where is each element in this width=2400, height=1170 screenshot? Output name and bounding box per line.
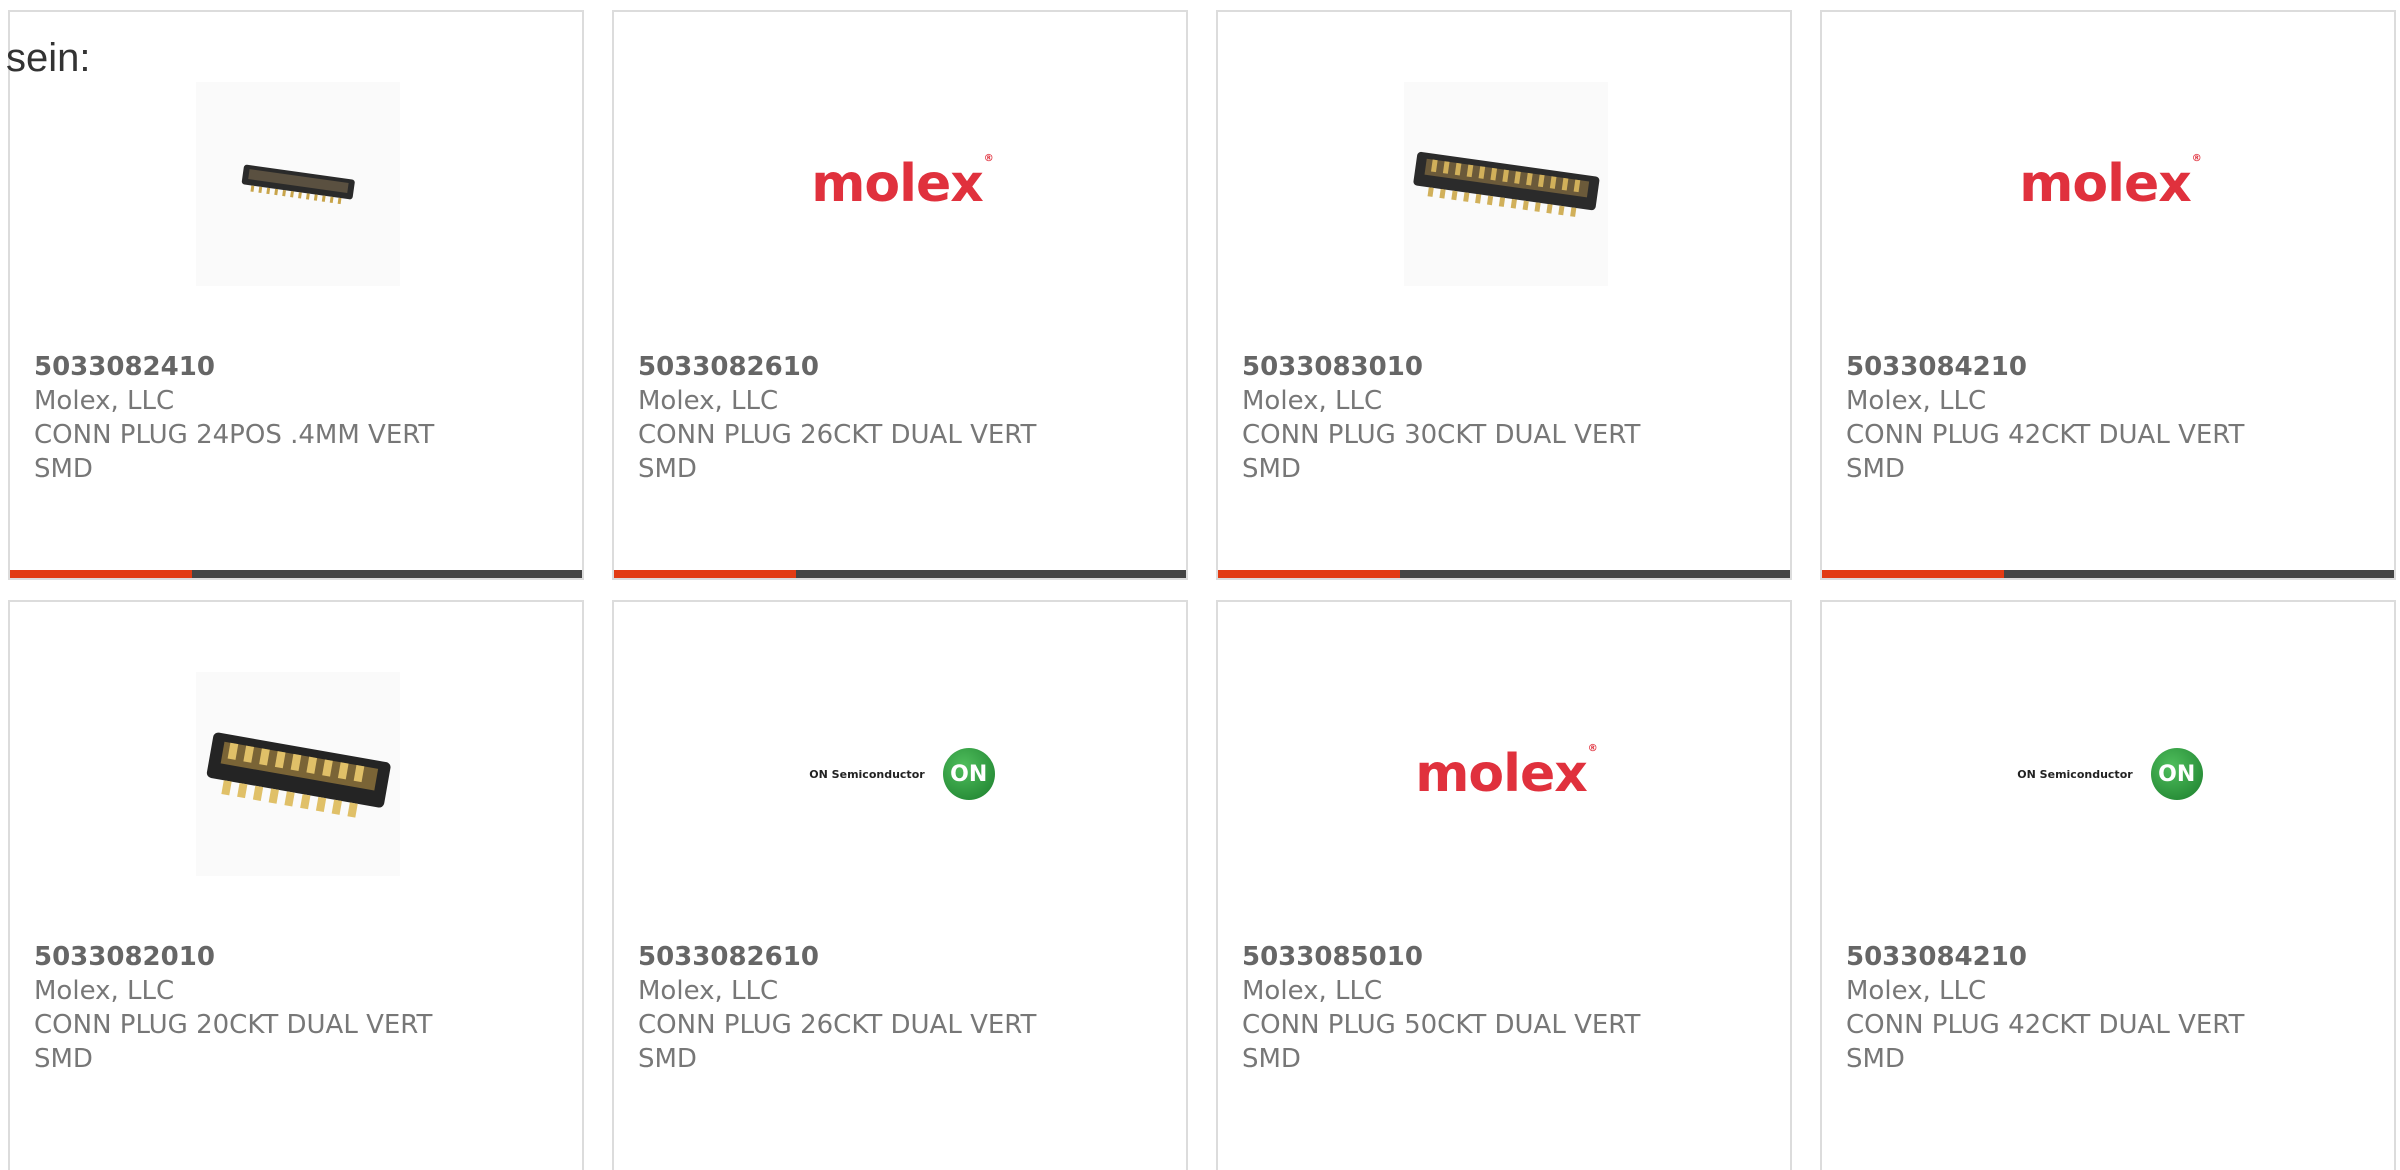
product-card[interactable]: 5033083010 Molex, LLC CONN PLUG 30CKT DU… bbox=[1216, 10, 1792, 580]
manufacturer-name: Molex, LLC bbox=[1242, 976, 1383, 1006]
part-number-link[interactable]: 5033082610 bbox=[638, 350, 1098, 384]
part-number-link[interactable]: 5033082010 bbox=[34, 940, 494, 974]
product-image[interactable]: molex® bbox=[1404, 672, 1608, 876]
part-number-link[interactable]: 5033085010 bbox=[1242, 940, 1702, 974]
product-card[interactable]: molex® 5033085010 Molex, LLC CONN PLUG 5… bbox=[1216, 600, 1792, 1170]
product-info: 5033082410 Molex, LLC CONN PLUG 24POS .4… bbox=[34, 350, 494, 486]
molex-logo: molex® bbox=[811, 152, 994, 214]
manufacturer-name: Molex, LLC bbox=[1846, 386, 1987, 416]
product-image[interactable]: molex® bbox=[800, 82, 1004, 286]
card-bottom-bar bbox=[10, 570, 582, 578]
part-number-link[interactable]: 5033082410 bbox=[34, 350, 494, 384]
manufacturer-name: Molex, LLC bbox=[34, 386, 175, 416]
product-grid: 5033082410 Molex, LLC CONN PLUG 24POS .4… bbox=[0, 0, 2400, 1170]
connector-gold-pins-icon bbox=[1413, 151, 1600, 217]
product-card[interactable]: molex® 5033082610 Molex, LLC CONN PLUG 2… bbox=[612, 10, 1188, 580]
product-description: CONN PLUG 26CKT DUAL VERT SMD bbox=[638, 1010, 1037, 1074]
product-card[interactable]: ON Semiconductor ON 5033082610 Molex, LL… bbox=[612, 600, 1188, 1170]
product-card[interactable]: ON Semiconductor ON 5033084210 Molex, LL… bbox=[1820, 600, 2396, 1170]
on-semiconductor-logo: ON Semiconductor ON bbox=[2017, 748, 2203, 800]
product-image[interactable] bbox=[196, 82, 400, 286]
on-semiconductor-logo: ON Semiconductor ON bbox=[809, 748, 995, 800]
product-info: 5033085010 Molex, LLC CONN PLUG 50CKT DU… bbox=[1242, 940, 1702, 1076]
card-accent bbox=[614, 570, 796, 578]
connector-large-gold-icon bbox=[206, 732, 391, 818]
molex-logo: molex® bbox=[2019, 152, 2202, 214]
card-bottom-bar bbox=[614, 570, 1186, 578]
manufacturer-name: Molex, LLC bbox=[638, 976, 779, 1006]
molex-logo: molex® bbox=[1415, 742, 1598, 804]
product-description: CONN PLUG 30CKT DUAL VERT SMD bbox=[1242, 420, 1641, 484]
product-card[interactable]: molex® 5033084210 Molex, LLC CONN PLUG 4… bbox=[1820, 10, 2396, 580]
card-accent bbox=[1218, 570, 1400, 578]
product-image[interactable]: ON Semiconductor ON bbox=[1990, 672, 2230, 876]
product-card[interactable]: 5033082410 Molex, LLC CONN PLUG 24POS .4… bbox=[8, 10, 584, 580]
card-accent bbox=[1822, 570, 2004, 578]
product-description: CONN PLUG 20CKT DUAL VERT SMD bbox=[34, 1010, 433, 1074]
product-info: 5033083010 Molex, LLC CONN PLUG 30CKT DU… bbox=[1242, 350, 1702, 486]
on-badge-icon: ON bbox=[942, 748, 995, 800]
manufacturer-name: Molex, LLC bbox=[1846, 976, 1987, 1006]
product-image[interactable] bbox=[196, 672, 400, 876]
part-number-link[interactable]: 5033084210 bbox=[1846, 940, 2306, 974]
card-bottom-bar bbox=[1218, 570, 1790, 578]
manufacturer-name: Molex, LLC bbox=[638, 386, 779, 416]
card-accent bbox=[10, 570, 192, 578]
product-description: CONN PLUG 42CKT DUAL VERT SMD bbox=[1846, 1010, 2245, 1074]
product-description: CONN PLUG 24POS .4MM VERT SMD bbox=[34, 420, 435, 484]
product-description: CONN PLUG 26CKT DUAL VERT SMD bbox=[638, 420, 1037, 484]
product-info: 5033084210 Molex, LLC CONN PLUG 42CKT DU… bbox=[1846, 940, 2306, 1076]
part-number-link[interactable]: 5033083010 bbox=[1242, 350, 1702, 384]
manufacturer-name: Molex, LLC bbox=[34, 976, 175, 1006]
product-description: CONN PLUG 50CKT DUAL VERT SMD bbox=[1242, 1010, 1641, 1074]
manufacturer-name: Molex, LLC bbox=[1242, 386, 1383, 416]
product-info: 5033082010 Molex, LLC CONN PLUG 20CKT DU… bbox=[34, 940, 494, 1076]
intro-text: sein: bbox=[6, 36, 91, 80]
card-bottom-bar bbox=[1822, 570, 2394, 578]
product-image[interactable]: ON Semiconductor ON bbox=[782, 672, 1022, 876]
part-number-link[interactable]: 5033082610 bbox=[638, 940, 1098, 974]
connector-small-icon bbox=[241, 164, 355, 205]
part-number-link[interactable]: 5033084210 bbox=[1846, 350, 2306, 384]
on-badge-icon: ON bbox=[2150, 748, 2203, 800]
product-info: 5033082610 Molex, LLC CONN PLUG 26CKT DU… bbox=[638, 350, 1098, 486]
product-description: CONN PLUG 42CKT DUAL VERT SMD bbox=[1846, 420, 2245, 484]
product-image[interactable]: molex® bbox=[2008, 82, 2212, 286]
product-info: 5033084210 Molex, LLC CONN PLUG 42CKT DU… bbox=[1846, 350, 2306, 486]
product-card[interactable]: 5033082010 Molex, LLC CONN PLUG 20CKT DU… bbox=[8, 600, 584, 1170]
product-image[interactable] bbox=[1404, 82, 1608, 286]
product-info: 5033082610 Molex, LLC CONN PLUG 26CKT DU… bbox=[638, 940, 1098, 1076]
